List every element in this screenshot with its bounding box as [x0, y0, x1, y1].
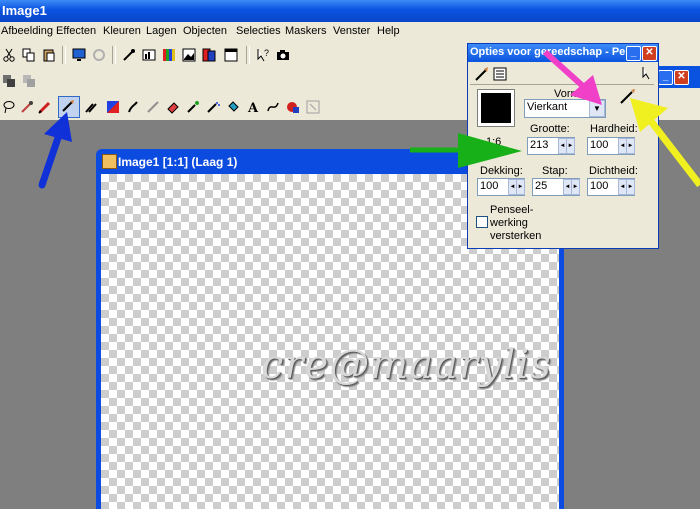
magenta-arrow — [542, 49, 602, 105]
annotation-arrows — [38, 49, 700, 189]
green-arrow — [410, 133, 522, 168]
blue-arrow — [38, 112, 72, 189]
yellow-arrow — [630, 98, 700, 188]
